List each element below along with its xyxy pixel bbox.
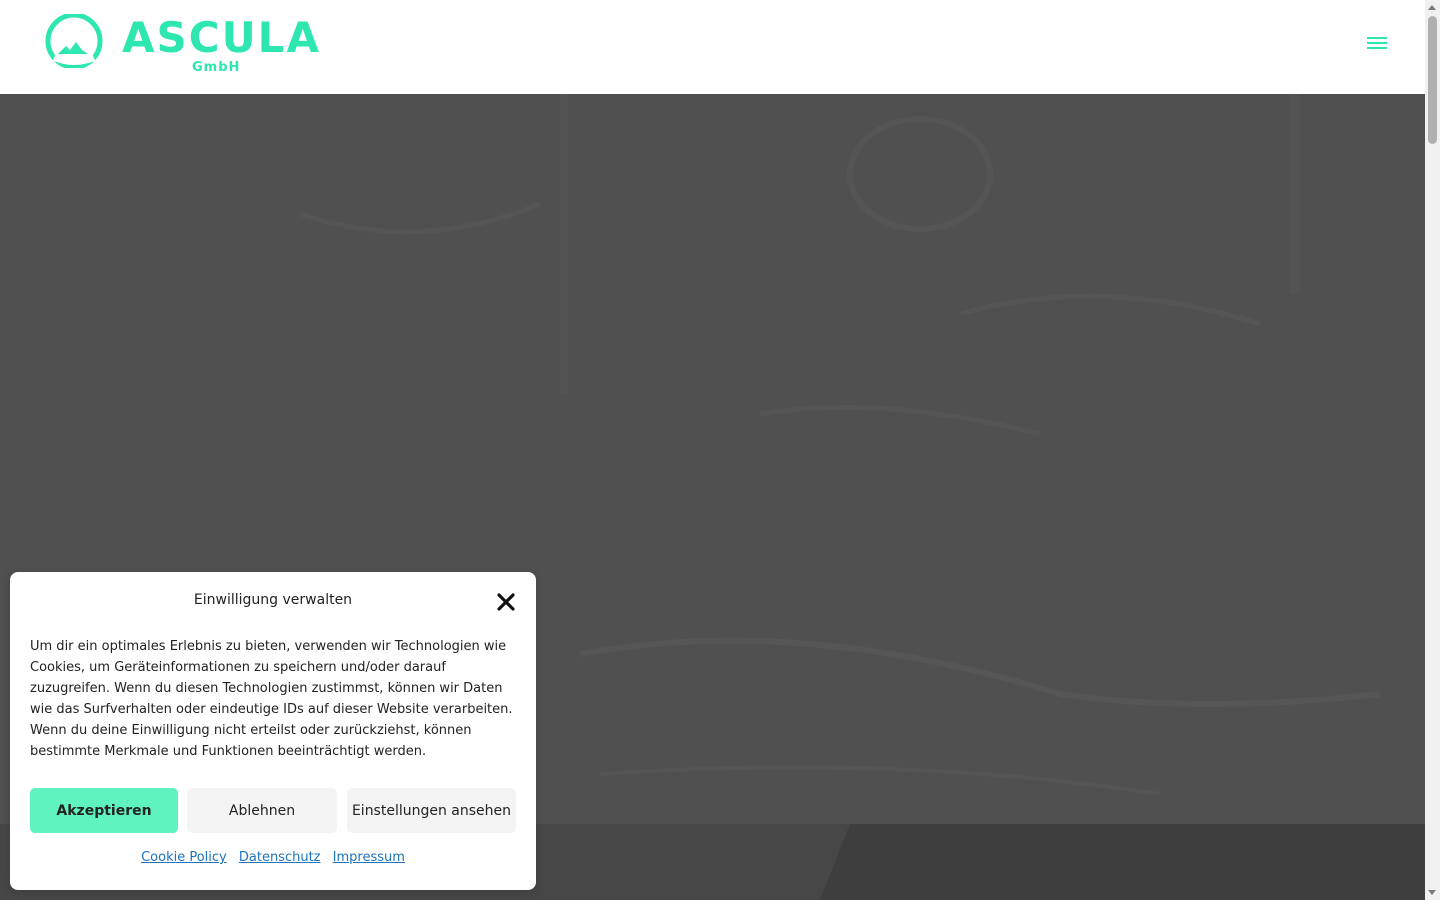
dialog-links: Cookie Policy Datenschutz Impressum <box>10 850 536 865</box>
hero-image-panel <box>820 824 1425 900</box>
brand-name: ASCULA <box>122 13 321 62</box>
logo-mark-icon <box>45 14 103 68</box>
close-icon[interactable] <box>496 592 516 612</box>
accept-button[interactable]: Akzeptieren <box>30 788 178 833</box>
dialog-message: Um dir ein optimales Erlebnis zu bieten,… <box>30 639 513 759</box>
brand-logo[interactable]: ASCULA GmbH <box>44 12 319 78</box>
scrollbar-thumb[interactable] <box>1428 16 1437 144</box>
cookie-consent-dialog: Einwilligung verwalten Um dir ein optima… <box>10 572 536 890</box>
hamburger-menu-icon[interactable] <box>1364 34 1390 58</box>
page-scrollbar[interactable] <box>1425 0 1440 900</box>
cookie-policy-link[interactable]: Cookie Policy <box>141 850 227 865</box>
imprint-link[interactable]: Impressum <box>333 850 405 865</box>
scroll-up-icon[interactable] <box>1428 5 1436 10</box>
dialog-title: Einwilligung verwalten <box>193 592 353 608</box>
site-header: ASCULA GmbH <box>0 0 1425 94</box>
scroll-down-icon[interactable] <box>1428 890 1436 895</box>
deny-button[interactable]: Ablehnen <box>187 788 337 833</box>
view-settings-button[interactable]: Einstellungen ansehen <box>347 788 516 833</box>
privacy-link[interactable]: Datenschutz <box>239 850 321 865</box>
brand-suffix: GmbH <box>192 60 241 75</box>
